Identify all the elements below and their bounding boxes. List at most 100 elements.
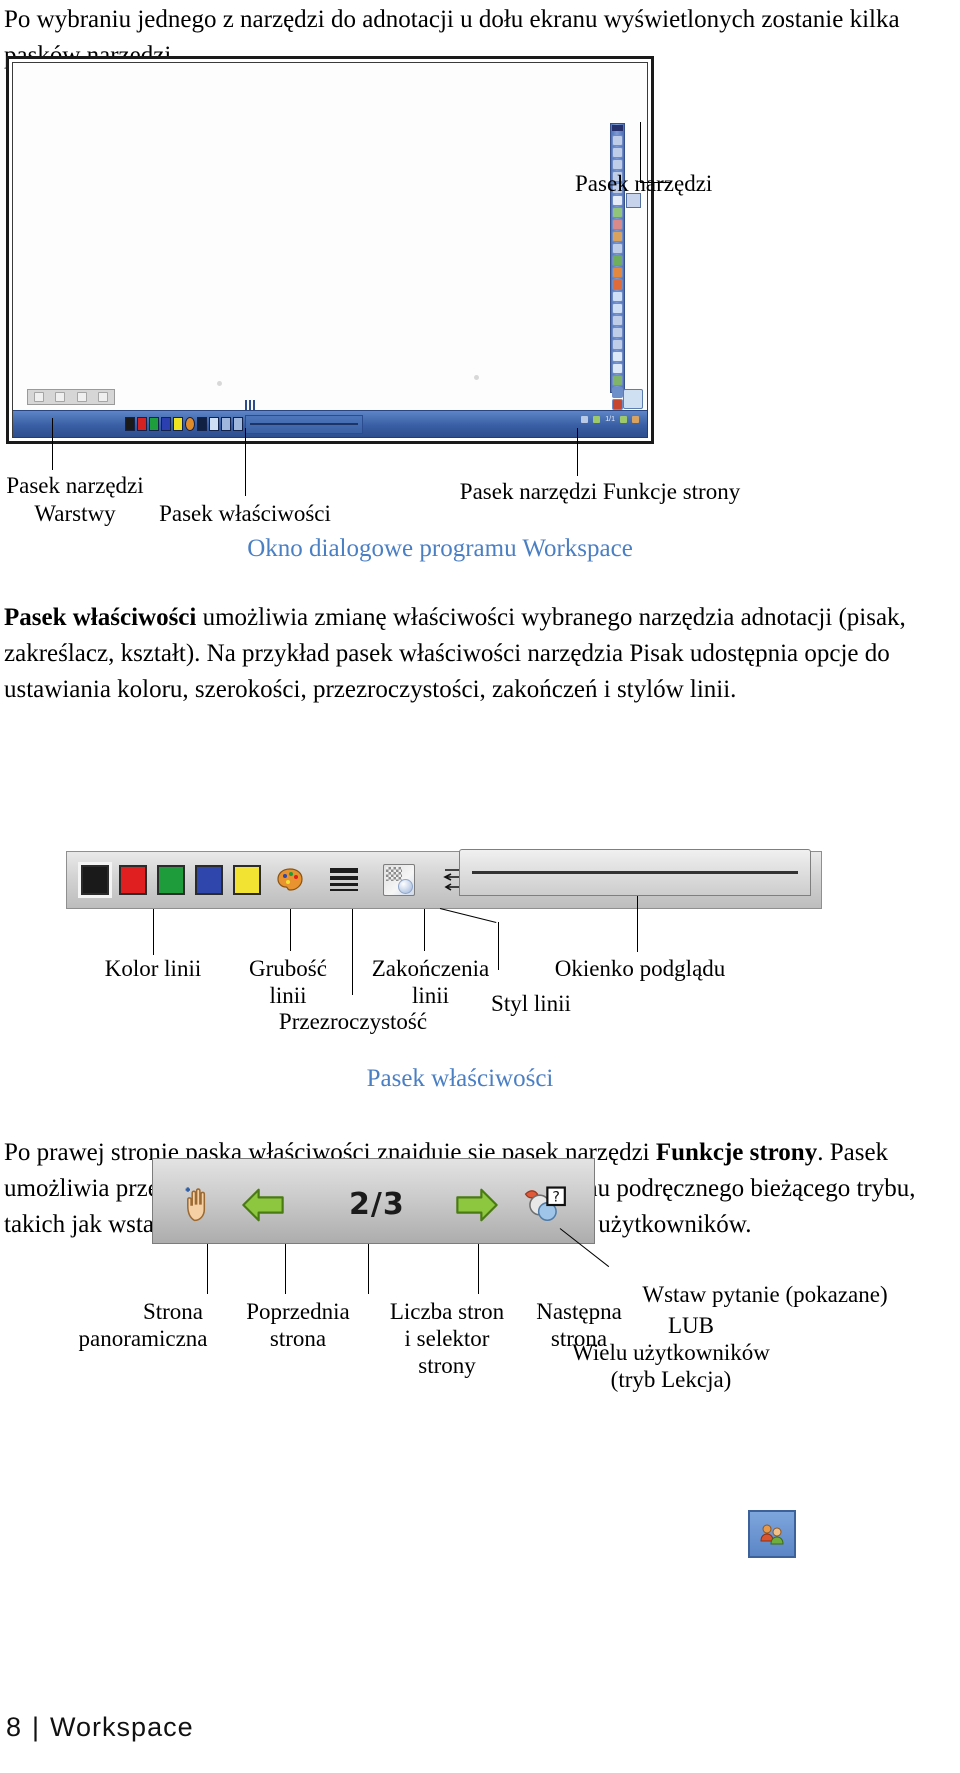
- line-style-icon[interactable]: [233, 417, 243, 431]
- figure-caption-properties: Pasek właściwości: [366, 1065, 554, 1092]
- tool-button[interactable]: [612, 303, 623, 314]
- tool-button[interactable]: [612, 219, 623, 230]
- swatch-black[interactable]: [125, 417, 135, 431]
- swatch-blue[interactable]: [161, 417, 171, 431]
- callout-layers-toolbar-line2: Warstwy: [34, 501, 116, 526]
- leader-line: [207, 1244, 208, 1294]
- tool-button[interactable]: [612, 315, 623, 326]
- page-functions-toolbar[interactable]: 1/1: [581, 416, 639, 423]
- leader-line: [52, 418, 53, 470]
- annotation-tools-toolbar[interactable]: [610, 123, 625, 410]
- document-page: Po wybraniu jednego z narzędzi do adnota…: [0, 0, 960, 1773]
- label-prev-page-1: Poprzednia: [246, 1299, 350, 1324]
- leader-line: [153, 909, 154, 955]
- footer-separator: |: [32, 1712, 41, 1742]
- layer-button[interactable]: [76, 392, 87, 402]
- tool-button[interactable]: [612, 159, 623, 170]
- arrow-right-icon[interactable]: [620, 416, 627, 423]
- line-ends-icon[interactable]: [221, 417, 231, 431]
- leader-line: [290, 909, 291, 951]
- leader-line: [285, 1244, 286, 1294]
- multi-user-icon[interactable]: [748, 1510, 796, 1558]
- swatch-yellow[interactable]: [233, 865, 261, 895]
- page-indicator: 1/1: [605, 416, 615, 423]
- leader-line: [478, 1244, 479, 1294]
- tool-button[interactable]: [612, 267, 623, 278]
- layers-toolbar[interactable]: [27, 389, 115, 405]
- tool-button[interactable]: [612, 375, 623, 386]
- palette-icon[interactable]: [275, 865, 305, 895]
- workspace-window: 1/1: [12, 62, 648, 438]
- label-pan-page-2: panoramiczna: [78, 1326, 208, 1351]
- bottom-toolbars[interactable]: 1/1: [13, 410, 647, 437]
- label-line-color: Kolor linii: [104, 956, 202, 981]
- label-insert-question-1: Wstaw pytanie (pokazane): [642, 1282, 888, 1307]
- line-preview-window: [459, 849, 811, 896]
- label-line-thickness-2: linii: [269, 983, 307, 1008]
- transparency-icon[interactable]: [209, 417, 219, 431]
- swatch-black[interactable]: [78, 862, 112, 898]
- line-thickness-icon[interactable]: [329, 865, 359, 895]
- tool-button[interactable]: [612, 279, 623, 290]
- tool-button[interactable]: [612, 243, 623, 254]
- footer-title: Workspace: [50, 1712, 194, 1742]
- pan-hand-icon[interactable]: [179, 1183, 223, 1232]
- callout-properties-bar: Pasek właściwości: [159, 501, 331, 526]
- corner-action-button[interactable]: [623, 389, 643, 409]
- label-page-count-1: Liczba stron: [389, 1299, 505, 1324]
- page-count-indicator[interactable]: 2/3: [349, 1187, 405, 1222]
- workspace-screenshot: 1/1: [6, 56, 654, 444]
- palette-icon[interactable]: [185, 417, 195, 431]
- label-line-ends-1: Zakończenia: [371, 956, 490, 981]
- callout-page-functions-bar: Pasek narzędzi Funkcje strony: [459, 479, 741, 504]
- toolbar-drag-handle[interactable]: [612, 125, 623, 131]
- layer-button[interactable]: [33, 392, 44, 402]
- swatch-red[interactable]: [119, 865, 147, 895]
- swatch-green[interactable]: [149, 417, 159, 431]
- arrow-right-icon[interactable]: [453, 1183, 501, 1232]
- tool-button[interactable]: [612, 255, 623, 266]
- pan-hand-icon[interactable]: [581, 416, 589, 423]
- leader-line: [637, 896, 638, 952]
- callout-layers-toolbar-line1: Pasek narzędzi: [6, 473, 144, 498]
- arrow-left-icon[interactable]: [593, 416, 601, 423]
- swatch-yellow[interactable]: [173, 417, 183, 431]
- insert-question-icon[interactable]: ?: [519, 1183, 567, 1232]
- leader-line: [245, 428, 246, 496]
- tool-button[interactable]: [612, 387, 623, 398]
- layer-button[interactable]: [55, 392, 66, 402]
- tool-button[interactable]: [612, 147, 623, 158]
- tool-button[interactable]: [612, 363, 623, 374]
- tool-button[interactable]: [612, 399, 623, 410]
- label-preview-window: Okienko podglądu: [554, 956, 726, 981]
- insert-question-icon[interactable]: [632, 416, 639, 423]
- tool-button[interactable]: [612, 231, 623, 242]
- properties-paragraph-bold: Pasek właściwości: [4, 604, 197, 631]
- line-preview-window: [245, 415, 363, 434]
- label-pan-page-1: Strona: [142, 1299, 204, 1324]
- tool-button[interactable]: [612, 351, 623, 362]
- tool-button[interactable]: [612, 291, 623, 302]
- tool-button[interactable]: [612, 135, 623, 146]
- leader-line: [424, 909, 425, 951]
- transparency-icon[interactable]: [383, 864, 415, 896]
- layer-button[interactable]: [98, 392, 109, 402]
- canvas-mark: [217, 381, 222, 386]
- tool-button[interactable]: [612, 207, 623, 218]
- swatch-blue[interactable]: [195, 865, 223, 895]
- tool-button[interactable]: [612, 339, 623, 350]
- line-thickness-icon[interactable]: [197, 417, 207, 431]
- label-insert-question-2: LUB: [668, 1313, 714, 1338]
- pf-paragraph-bold1: Funkcje: [655, 1139, 744, 1166]
- swatch-red[interactable]: [137, 417, 147, 431]
- workspace-canvas[interactable]: [13, 63, 647, 437]
- label-line-thickness-1: Grubość: [249, 956, 327, 981]
- page-functions-toolbar-figure[interactable]: 2/3 ?: [152, 1158, 595, 1244]
- label-insert-question-4: (tryb Lekcja): [610, 1367, 732, 1392]
- tool-button[interactable]: [612, 327, 623, 338]
- page-footer: 8 | Workspace: [6, 1712, 194, 1743]
- swatch-green[interactable]: [157, 865, 185, 895]
- label-insert-question-3: Wielu użytkowników: [572, 1340, 770, 1365]
- arrow-left-icon[interactable]: [239, 1183, 287, 1232]
- properties-swatches[interactable]: [125, 417, 243, 431]
